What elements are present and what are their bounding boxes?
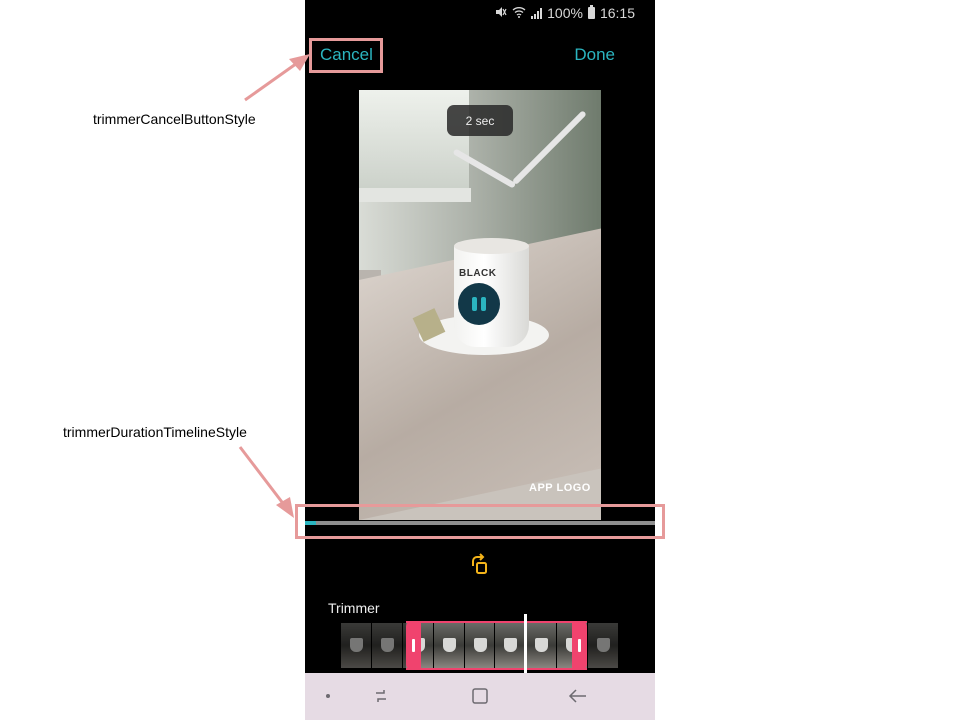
rotate-button[interactable]: [468, 552, 492, 576]
nav-dot-icon: [323, 684, 347, 708]
timeline-highlight-box: [295, 504, 665, 539]
recent-apps-icon[interactable]: [369, 684, 393, 708]
system-navigation-bar: [305, 673, 655, 720]
video-preview[interactable]: BLACK 2 sec APP LOGO: [359, 90, 601, 520]
duration-bubble: 2 sec: [447, 105, 513, 136]
annotation-timeline-style: trimmerDurationTimelineStyle: [63, 424, 247, 440]
trimmer-start-handle[interactable]: [406, 621, 421, 670]
back-icon[interactable]: [566, 684, 590, 708]
signal-icon: [531, 7, 543, 19]
battery-icon: [587, 5, 595, 19]
done-button[interactable]: Done: [574, 45, 615, 65]
trimmer-end-handle[interactable]: [572, 621, 587, 670]
trimmer-playhead[interactable]: [524, 614, 527, 674]
wifi-icon: [512, 5, 526, 21]
home-icon[interactable]: [468, 684, 492, 708]
video-frame-cup-rim: [454, 238, 529, 254]
trimmer-excluded-right: [587, 623, 619, 668]
trimmer-selection: [406, 621, 587, 670]
pause-button[interactable]: [458, 283, 500, 325]
pause-icon: [481, 297, 486, 311]
mute-icon: [495, 5, 507, 21]
battery-percent: 100%: [547, 5, 583, 21]
trimmer-excluded-left: [341, 623, 406, 668]
clock: 16:15: [599, 5, 635, 21]
cancel-highlight-box: [309, 38, 383, 73]
app-logo-watermark: APP LOGO: [529, 482, 591, 494]
pause-icon: [472, 297, 477, 311]
video-frame-cup-print: BLACK: [459, 268, 497, 279]
video-frame-sill: [359, 188, 471, 202]
trimmer-title: Trimmer: [328, 600, 380, 616]
phone-screen: 100% 16:15 Cancel Done BLACK 2 sec APP L…: [305, 0, 655, 720]
annotation-cancel-style: trimmerCancelButtonStyle: [93, 111, 256, 127]
status-bar: 100% 16:15: [495, 4, 635, 22]
rotate-icon: [472, 553, 487, 574]
